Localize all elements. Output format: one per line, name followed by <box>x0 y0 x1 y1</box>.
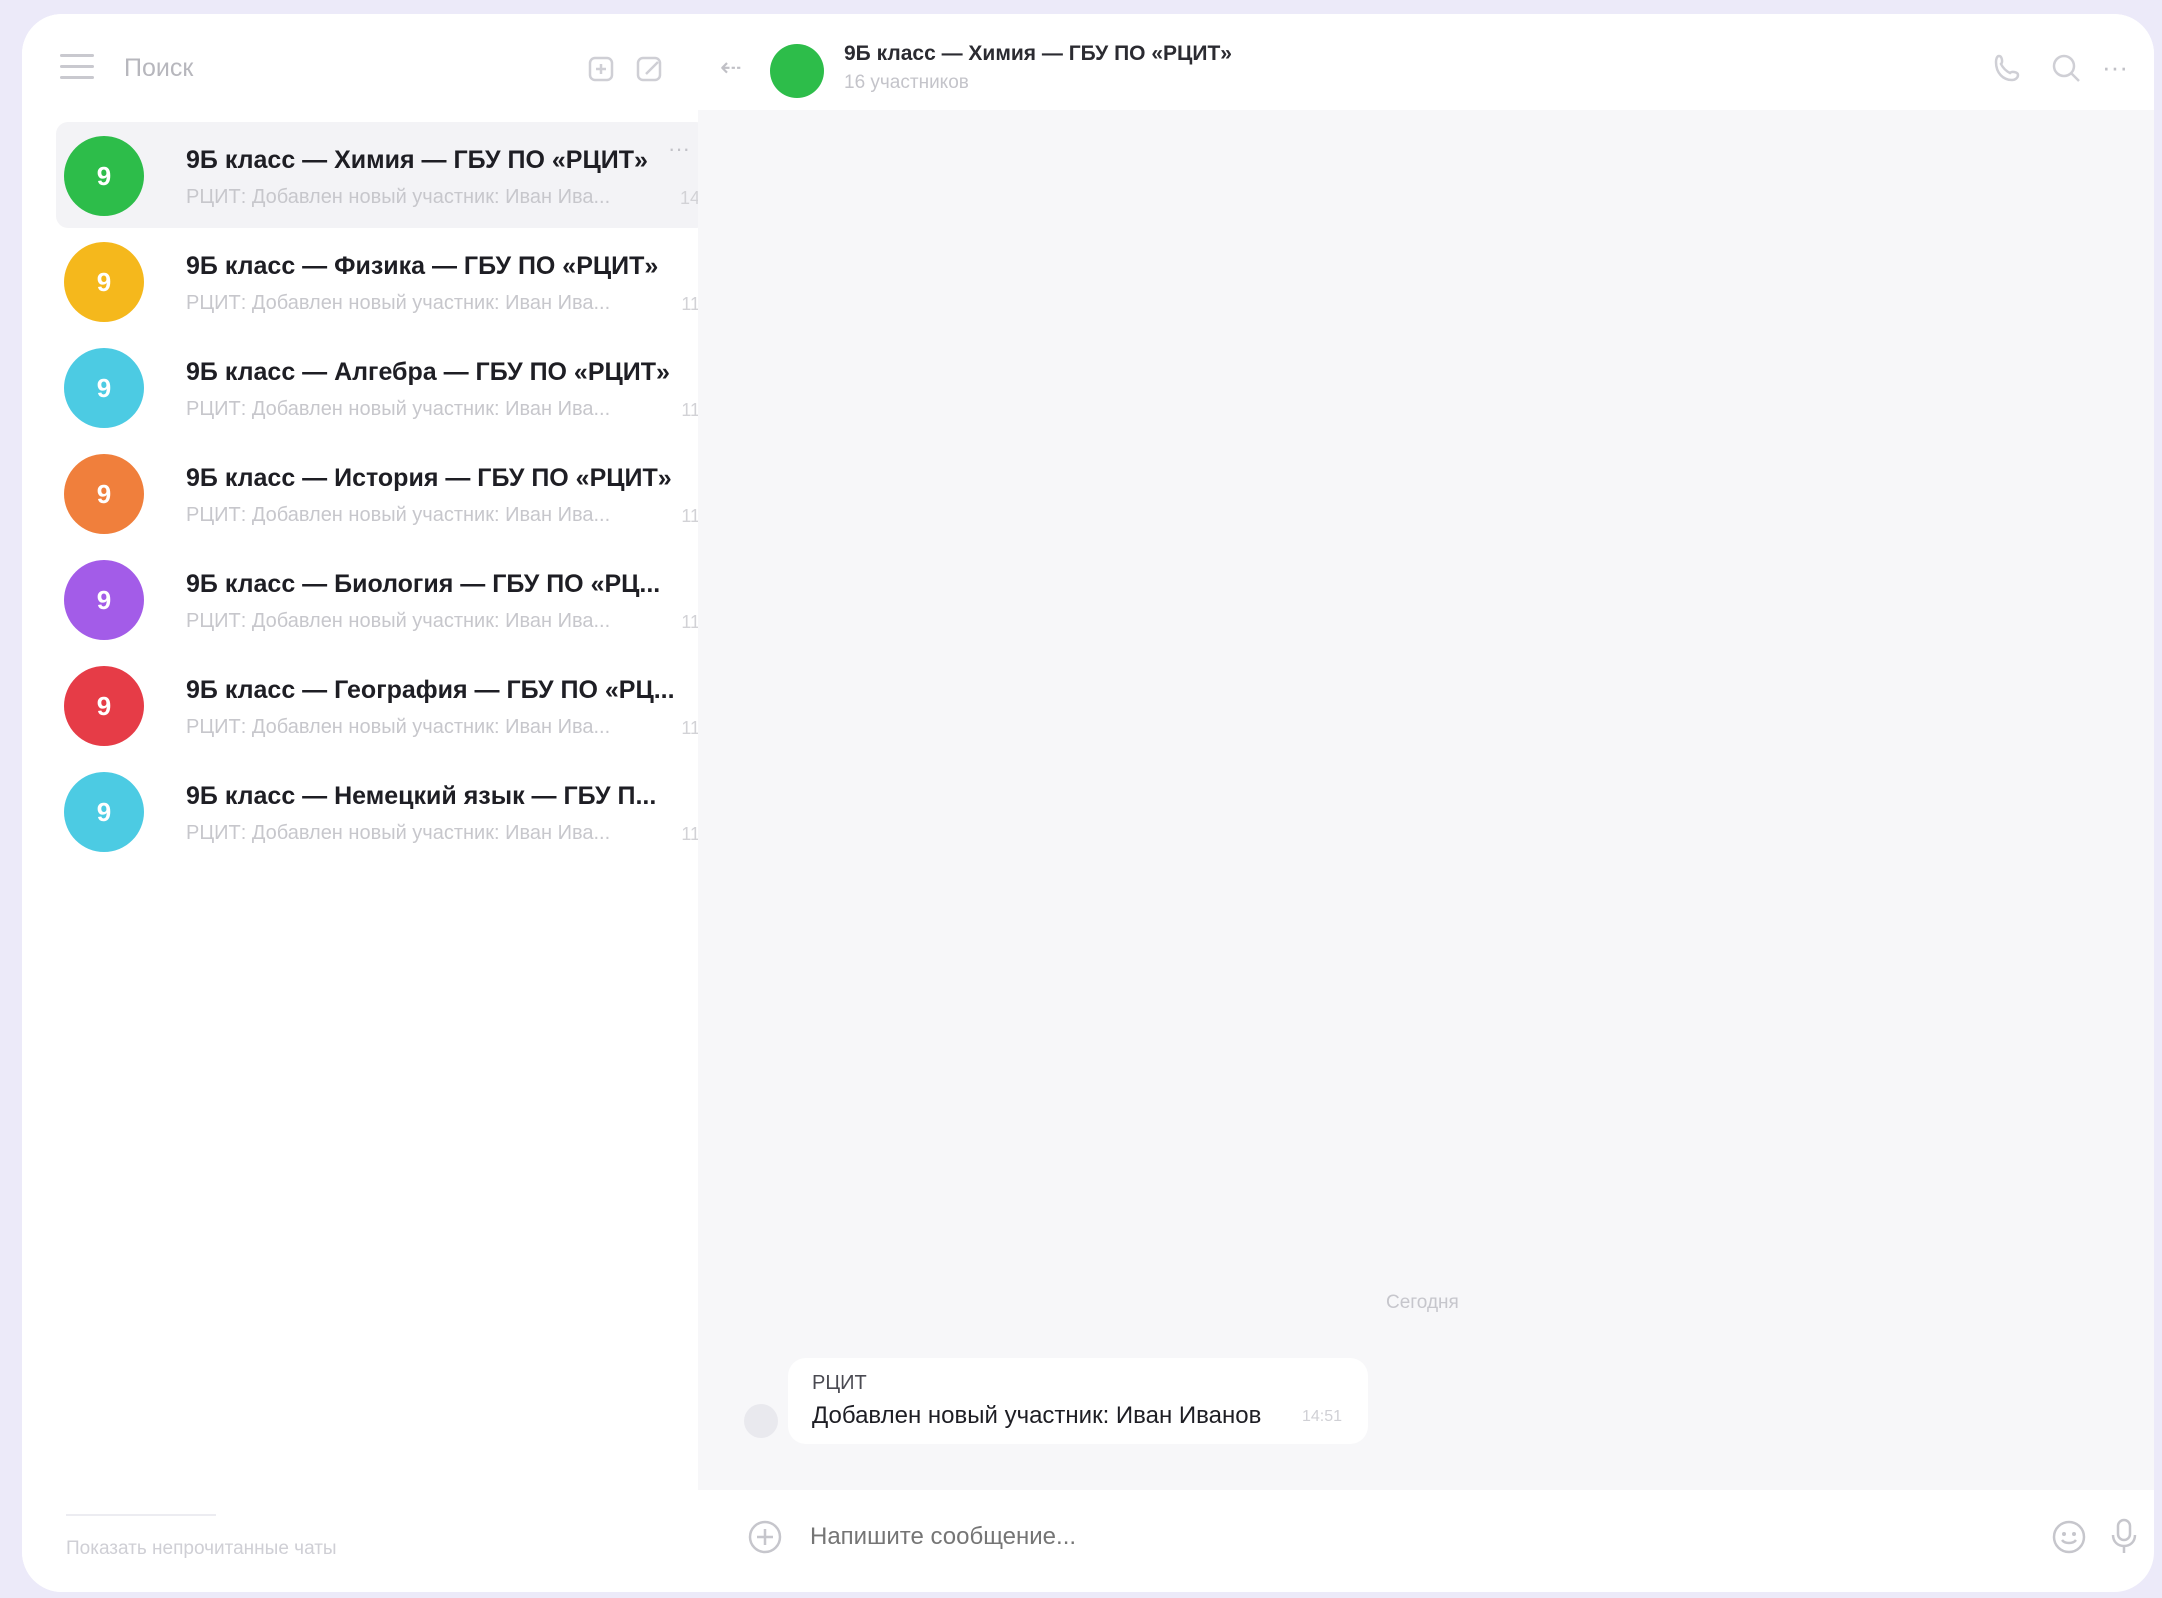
chat-item-german[interactable]: 9 9Б класс — Немецкий язык — ГБУ П... РЦ… <box>56 758 708 864</box>
avatar: 9 <box>64 772 144 852</box>
message-text: Добавлен новый участник: Иван Иванов <box>812 1402 1262 1429</box>
chat-preview: РЦИТ: Добавлен новый участник: Иван Ива.… <box>186 716 611 738</box>
chat-item-chemistry[interactable]: 9 9Б класс — Химия — ГБУ ПО «РЦИТ» ··· Р… <box>56 122 708 228</box>
chat-preview: РЦИТ: Добавлен новый участник: Иван Ива.… <box>186 822 611 844</box>
show-unread-link[interactable]: Показать непрочитанные чаты <box>66 1538 337 1560</box>
message-bubble[interactable]: РЦИТ Добавлен новый участник: Иван Ивано… <box>788 1358 1368 1444</box>
chat-item-geography[interactable]: 9 9Б класс — География — ГБУ ПО «РЦ... Р… <box>56 652 708 758</box>
menu-icon[interactable] <box>60 54 94 80</box>
chat-title: 9Б класс — Алгебра — ГБУ ПО «РЦИТ» <box>186 358 670 386</box>
search-bar: Поиск <box>22 14 698 114</box>
chat-sidebar: Поиск 9 9Б класс — Химия — ГБУ ПО «РЦИТ»… <box>22 14 708 1592</box>
avatar: 9 <box>64 136 144 216</box>
message-feed: Сегодня <box>698 110 2154 1490</box>
app-window: Поиск 9 9Б класс — Химия — ГБУ ПО «РЦИТ»… <box>22 14 2154 1592</box>
chat-preview: РЦИТ: Добавлен новый участник: Иван Ива.… <box>186 610 611 632</box>
emoji-icon[interactable] <box>2050 1518 2088 1556</box>
message-time: 14:51 <box>1302 1408 1343 1425</box>
avatar[interactable] <box>744 1404 778 1438</box>
chat-list: 9 9Б класс — Химия — ГБУ ПО «РЦИТ» ··· Р… <box>56 122 708 864</box>
avatar: 9 <box>64 666 144 746</box>
chat-item-biology[interactable]: 9 9Б класс — Биология — ГБУ ПО «РЦ... РЦ… <box>56 546 708 652</box>
avatar: 9 <box>64 560 144 640</box>
message-input[interactable] <box>808 1522 1992 1552</box>
chat-header: ⇠ 9Б класс — Химия — ГБУ ПО «РЦИТ» 16 уч… <box>698 14 2154 110</box>
chat-time: 14 <box>679 188 700 208</box>
attach-icon[interactable] <box>746 1518 784 1556</box>
chat-title: 9Б класс — Биология — ГБУ ПО «РЦ... <box>186 570 661 598</box>
chat-preview: РЦИТ: Добавлен новый участник: Иван Ива.… <box>186 186 611 208</box>
chat-title: 9Б класс — Немецкий язык — ГБУ П... <box>186 782 657 810</box>
avatar[interactable] <box>770 44 824 98</box>
call-icon[interactable] <box>1990 50 2026 86</box>
date-separator: Сегодня <box>1386 1292 1459 1313</box>
avatar: 9 <box>64 348 144 428</box>
chat-view: ⇠ 9Б класс — Химия — ГБУ ПО «РЦИТ» 16 уч… <box>698 14 2154 1592</box>
chat-item-history[interactable]: 9 9Б класс — История — ГБУ ПО «РЦИТ» РЦИ… <box>56 440 708 546</box>
chat-title: 9Б класс — Химия — ГБУ ПО «РЦИТ» <box>186 146 648 174</box>
chat-preview: РЦИТ: Добавлен новый участник: Иван Ива.… <box>186 292 611 314</box>
avatar: 9 <box>64 242 144 322</box>
chat-title: 9Б класс — Физика — ГБУ ПО «РЦИТ» <box>186 252 659 280</box>
chat-preview: РЦИТ: Добавлен новый участник: Иван Ива.… <box>186 398 611 420</box>
chat-title: 9Б класс — География — ГБУ ПО «РЦ... <box>186 676 675 704</box>
more-icon[interactable]: ··· <box>668 136 690 162</box>
members-count[interactable]: 16 участников <box>844 72 969 94</box>
chat-item-physics[interactable]: 9 9Б класс — Физика — ГБУ ПО «РЦИТ» РЦИТ… <box>56 228 708 334</box>
search-icon[interactable] <box>2048 50 2084 86</box>
message-composer <box>728 1496 2142 1578</box>
chat-item-algebra[interactable]: 9 9Б класс — Алгебра — ГБУ ПО «РЦИТ» РЦИ… <box>56 334 708 440</box>
microphone-icon[interactable] <box>2106 1516 2142 1556</box>
divider <box>66 1514 216 1516</box>
chat-title: 9Б класс — История — ГБУ ПО «РЦИТ» <box>186 464 672 492</box>
compose-icon[interactable] <box>634 52 668 86</box>
back-arrow-icon[interactable]: ⇠ <box>720 52 742 83</box>
new-chat-icon[interactable] <box>586 52 620 86</box>
search-input[interactable]: Поиск <box>124 54 193 83</box>
avatar: 9 <box>64 454 144 534</box>
more-options-icon[interactable]: ··· <box>2102 52 2128 83</box>
chat-header-title[interactable]: 9Б класс — Химия — ГБУ ПО «РЦИТ» <box>844 42 1232 66</box>
message-author: РЦИТ <box>812 1372 867 1394</box>
chat-preview: РЦИТ: Добавлен новый участник: Иван Ива.… <box>186 504 611 526</box>
